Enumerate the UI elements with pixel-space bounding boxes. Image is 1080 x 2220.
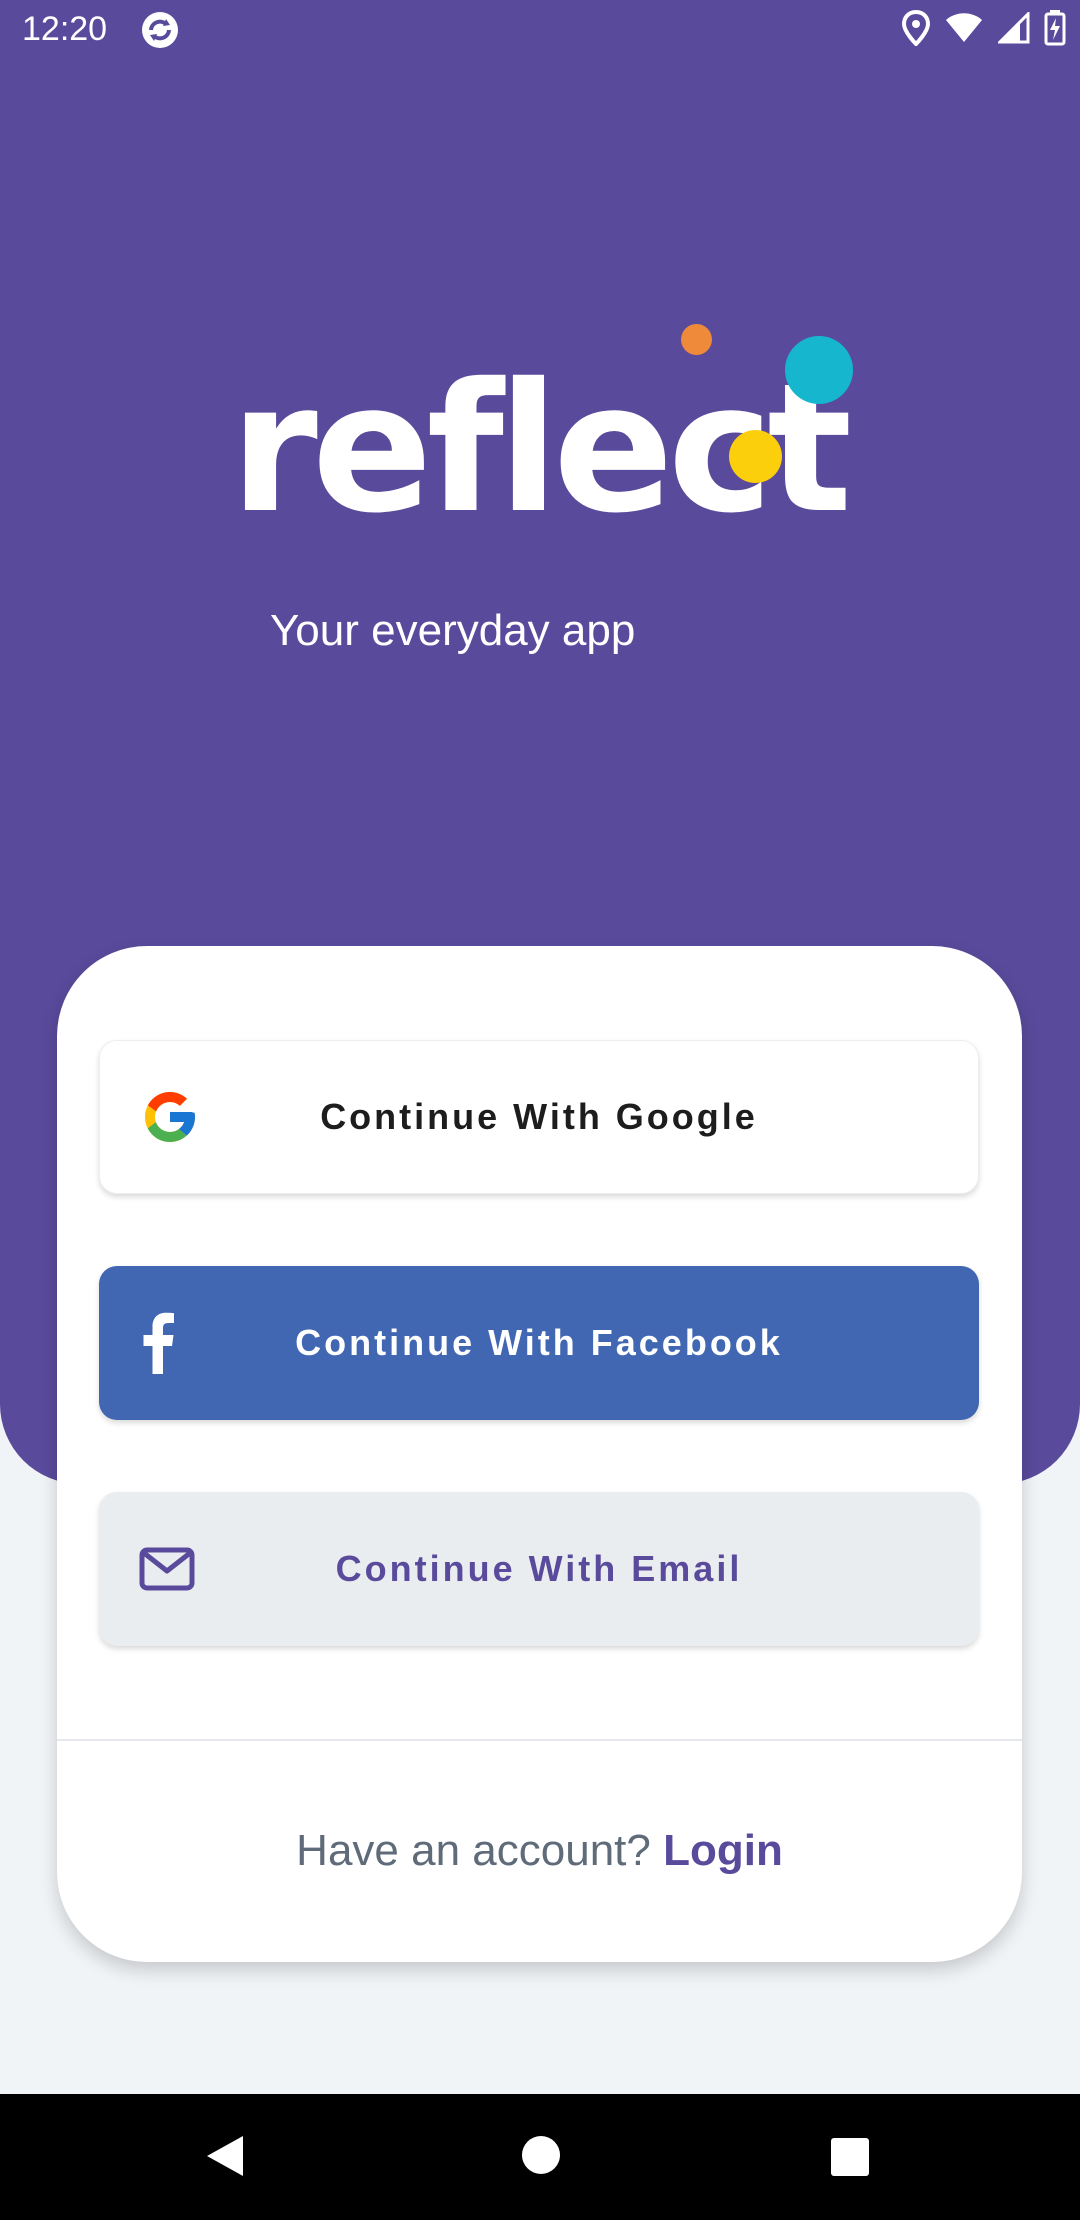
have-account-text: Have an account? <box>296 1826 651 1875</box>
continue-with-email-button[interactable]: Continue With Email <box>99 1492 979 1646</box>
mail-icon <box>139 1547 195 1591</box>
logo-dot-cyan <box>785 336 853 404</box>
continue-with-facebook-button[interactable]: Continue With Facebook <box>99 1266 979 1420</box>
divider <box>57 1739 1022 1741</box>
facebook-icon <box>139 1312 175 1374</box>
system-nav-bar <box>0 2094 1080 2220</box>
home-icon[interactable] <box>522 2136 560 2174</box>
logo-dot-orange <box>681 324 712 355</box>
tagline: Your everyday app <box>270 606 636 655</box>
continue-with-google-button[interactable]: Continue With Google <box>99 1040 979 1194</box>
google-icon <box>140 1087 200 1147</box>
email-button-label: Continue With Email <box>335 1548 743 1589</box>
logo-dot-yellow <box>729 430 782 483</box>
auth-card: Continue With Google Continue With Faceb… <box>57 946 1022 1962</box>
facebook-button-label: Continue With Facebook <box>295 1322 783 1363</box>
login-prompt: Have an account? Login <box>57 1826 1022 1876</box>
app-logo: reflect <box>0 0 1080 700</box>
recents-icon[interactable] <box>831 2138 869 2176</box>
google-button-label: Continue With Google <box>320 1096 758 1137</box>
back-icon[interactable] <box>205 2134 245 2183</box>
login-link[interactable]: Login <box>663 1826 783 1875</box>
